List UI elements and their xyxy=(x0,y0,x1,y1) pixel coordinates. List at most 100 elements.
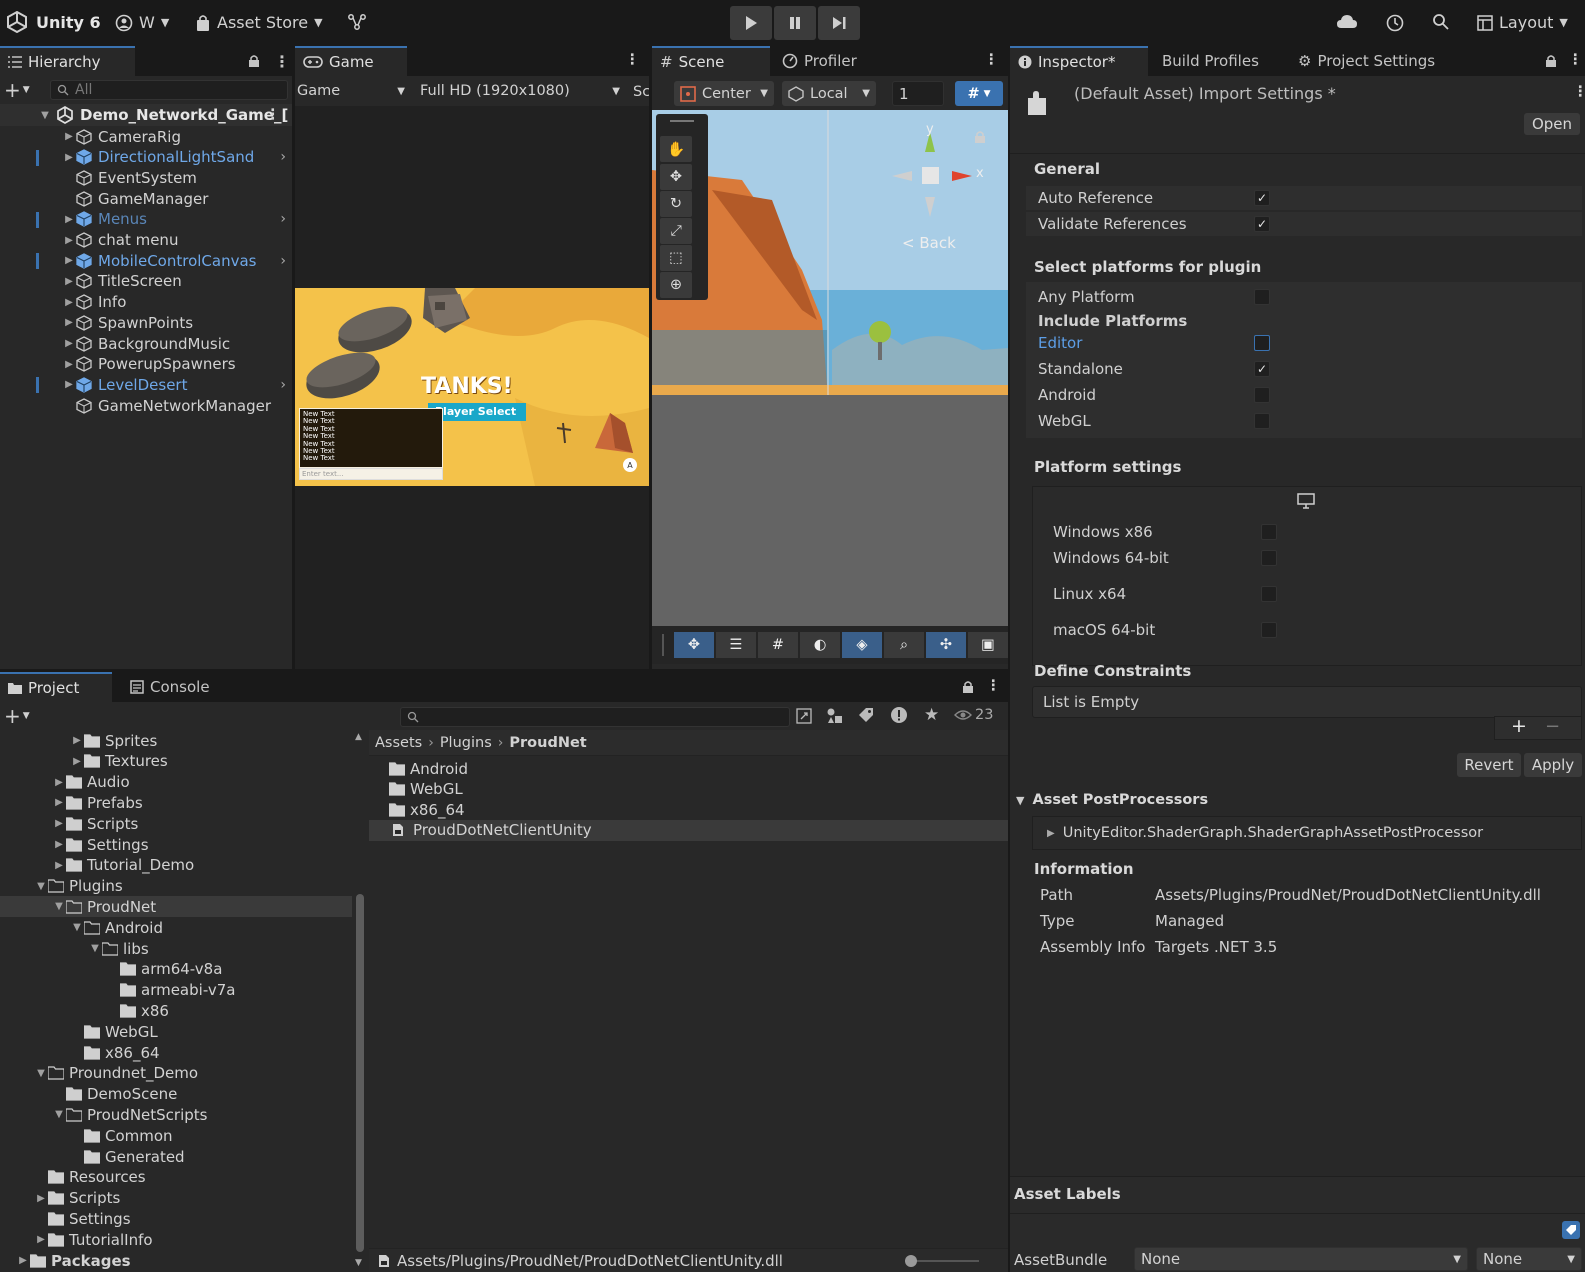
any-platform-checkbox[interactable] xyxy=(1254,289,1270,305)
platform-checkbox[interactable] xyxy=(1254,413,1270,429)
file-list-item[interactable]: ProudDotNetClientUnity xyxy=(369,819,1008,841)
chevron-right-icon[interactable]: › xyxy=(280,377,286,393)
lock-icon[interactable] xyxy=(962,680,974,694)
project-tree-item[interactable]: ▶ Packages xyxy=(0,1250,352,1271)
hierarchy-item[interactable]: ▶ BackgroundMusic xyxy=(0,333,294,354)
project-tree-item[interactable]: ▶ TutorialInfo xyxy=(0,1229,352,1250)
history-button[interactable] xyxy=(1385,13,1405,33)
panel-divider[interactable] xyxy=(0,669,1008,672)
expand-arrow-icon[interactable]: ▶ xyxy=(62,295,76,309)
kebab-menu-icon[interactable]: ⋮ xyxy=(266,107,281,123)
project-tree-item[interactable]: Settings xyxy=(0,1208,352,1229)
expand-arrow-icon[interactable]: ▶ xyxy=(16,1254,30,1268)
project-tree-item[interactable]: armeabi-v7a xyxy=(0,980,352,1001)
play-button[interactable] xyxy=(730,6,772,40)
hierarchy-item[interactable]: ▶ Menus › xyxy=(0,209,294,230)
hierarchy-item[interactable]: ▶ LevelDesert › xyxy=(0,374,294,395)
chevron-right-icon[interactable]: › xyxy=(280,253,286,269)
filter-type-button[interactable] xyxy=(826,707,844,725)
project-tree-item[interactable]: Resources xyxy=(0,1167,352,1188)
tab-project-settings[interactable]: ⚙ Project Settings xyxy=(1290,46,1443,76)
rect-tool-button[interactable]: ⬚ xyxy=(660,245,692,271)
tab-console[interactable]: Console xyxy=(122,672,218,702)
assetbundle-variant-select[interactable]: None ▼ xyxy=(1476,1247,1582,1271)
project-search-input[interactable] xyxy=(400,707,790,727)
tab-inspector[interactable]: Inspector* xyxy=(1010,46,1148,76)
auto-reference-checkbox[interactable]: ✓ xyxy=(1254,190,1270,206)
tree-scrollbar[interactable]: ▲ ▼ xyxy=(354,732,366,1272)
project-tree-item[interactable]: ▼ ProudNet xyxy=(0,896,352,918)
expand-arrow-icon[interactable]: ▼ xyxy=(88,942,102,956)
navigation-overlay-button[interactable]: ✣ xyxy=(926,632,966,658)
step-button[interactable] xyxy=(818,6,860,40)
slider-thumb[interactable] xyxy=(905,1255,917,1267)
expand-arrow-icon[interactable]: ▶ xyxy=(62,274,76,288)
tab-build-profiles[interactable]: Build Profiles xyxy=(1154,46,1267,76)
project-tree-item[interactable]: ▶ Sprites xyxy=(0,730,352,751)
kebab-menu-icon[interactable]: ⋮ xyxy=(274,52,290,71)
unity-logo[interactable]: Unity 6 xyxy=(6,11,101,33)
grid-size-field[interactable]: 1 xyxy=(892,81,944,106)
layers-overlay-button[interactable]: ◈ xyxy=(842,632,882,658)
scroll-up-icon[interactable]: ▲ xyxy=(355,732,362,742)
hierarchy-item[interactable]: ▶ DirectionalLightSand › xyxy=(0,147,294,168)
hierarchy-item[interactable]: ▶ PowerupSpawners xyxy=(0,354,294,375)
hierarchy-item[interactable]: GameManager xyxy=(0,188,294,209)
account-dropdown[interactable]: W ▼ xyxy=(115,13,169,32)
expand-arrow-icon[interactable]: ▼ xyxy=(34,879,48,893)
back-button[interactable]: < Back xyxy=(902,234,956,252)
file-list-item[interactable]: x86_64 xyxy=(369,799,1008,820)
rotate-tool-button[interactable]: ↻ xyxy=(660,191,692,217)
kebab-menu-icon[interactable]: ⋮ xyxy=(984,52,999,68)
hierarchy-item[interactable]: EventSystem xyxy=(0,167,294,188)
project-tree-item[interactable]: ▼ Android xyxy=(0,917,352,938)
hidden-packages-button[interactable]: 23 xyxy=(954,707,993,723)
file-list-item[interactable]: WebGL xyxy=(369,779,1008,800)
tab-game[interactable]: Game xyxy=(295,46,407,76)
project-tree-item[interactable]: ▶ Audio xyxy=(0,772,352,793)
hierarchy-item[interactable]: GameNetworkManager xyxy=(0,395,294,416)
settings-overlay-button[interactable]: ☰ xyxy=(716,632,756,658)
project-tree-item[interactable]: arm64-v8a xyxy=(0,959,352,980)
file-list-item[interactable]: Android xyxy=(369,758,1008,779)
project-tree-item[interactable]: Common xyxy=(0,1125,352,1146)
remove-constraint-button[interactable]: − xyxy=(1545,716,1560,737)
project-tree-item[interactable]: ▶ Tutorial_Demo xyxy=(0,855,352,876)
search-overlay-button[interactable]: ⌕ xyxy=(884,632,924,658)
expand-arrow-icon[interactable]: ▶ xyxy=(52,817,66,831)
expand-arrow-icon[interactable]: ▶ xyxy=(62,150,76,164)
drag-handle[interactable] xyxy=(662,634,664,656)
expand-arrow-icon[interactable]: ▶ xyxy=(62,316,76,330)
scroll-down-icon[interactable]: ▼ xyxy=(355,1258,362,1268)
search-mode-button[interactable] xyxy=(796,708,812,724)
resolution-select[interactable]: Full HD (1920x1080) ▼ xyxy=(420,80,620,102)
breadcrumb-item[interactable]: Plugins xyxy=(440,735,492,751)
project-tree-item[interactable]: Generated xyxy=(0,1146,352,1167)
layout-dropdown[interactable]: Layout ▼ xyxy=(1477,13,1568,32)
lock-icon[interactable] xyxy=(1545,54,1557,68)
expand-arrow-icon[interactable]: ▶ xyxy=(52,838,66,852)
project-tree-item[interactable]: ▶ Scripts xyxy=(0,813,352,834)
filter-log-button[interactable] xyxy=(890,706,908,724)
panel-divider[interactable] xyxy=(649,46,652,672)
expand-arrow-icon[interactable]: ▼ xyxy=(38,108,52,122)
project-tree-item[interactable]: WebGL xyxy=(0,1021,352,1042)
expand-arrow-icon[interactable]: ▶ xyxy=(62,212,76,226)
create-dropdown[interactable]: + ▼ xyxy=(4,704,30,728)
grid-overlay-button[interactable]: # xyxy=(758,632,798,658)
scene-root-row[interactable]: ▼ Demo_Networkd_Game_[ ⋮ xyxy=(0,104,294,126)
hand-tool-button[interactable]: ✋ xyxy=(660,136,692,162)
pivot-select[interactable]: Center ▼ xyxy=(674,81,774,106)
expand-arrow-icon[interactable]: ▼ xyxy=(70,921,84,935)
kebab-menu-icon[interactable]: ⋮ xyxy=(1568,52,1583,68)
asset-store-dropdown[interactable]: Asset Store ▼ xyxy=(195,13,323,32)
lock-icon[interactable] xyxy=(248,54,260,68)
add-constraint-button[interactable]: + xyxy=(1511,715,1527,737)
expand-arrow-icon[interactable]: ▼ xyxy=(52,900,66,914)
tab-scene[interactable]: # Scene xyxy=(652,46,770,76)
version-control-button[interactable] xyxy=(347,12,367,32)
validate-references-checkbox[interactable]: ✓ xyxy=(1254,216,1270,232)
os-option-checkbox[interactable] xyxy=(1261,524,1277,540)
open-button[interactable]: Open xyxy=(1524,113,1580,135)
os-option-checkbox[interactable] xyxy=(1261,550,1277,566)
